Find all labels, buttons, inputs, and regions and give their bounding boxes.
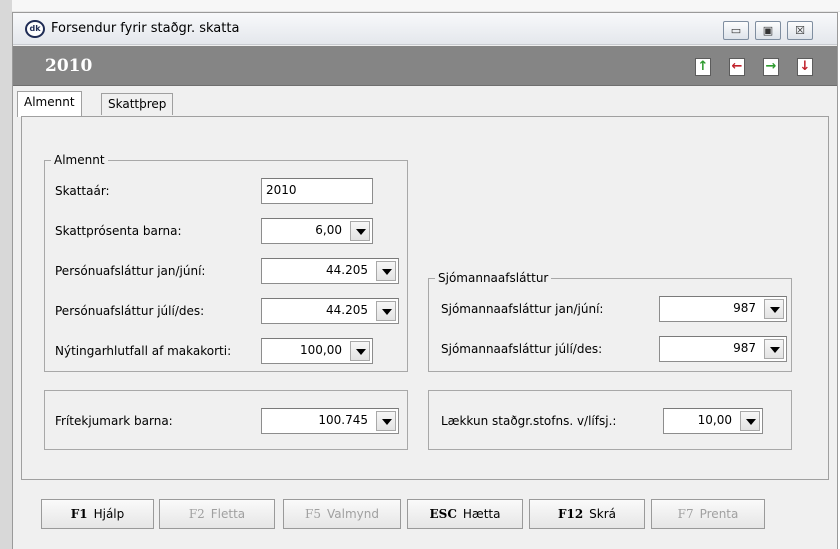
- help-label: Hjálp: [93, 507, 125, 521]
- close-icon: ☒: [795, 24, 805, 37]
- personuafslattur-jan-value: 44.205: [326, 263, 368, 277]
- year-heading: 2010: [45, 56, 93, 76]
- chevron-down-icon[interactable]: [350, 221, 370, 241]
- maximize-icon: ▣: [762, 24, 774, 37]
- key-f5: F5: [305, 507, 321, 521]
- nytingarhlutfall-value: 100,00: [300, 343, 342, 357]
- save-button[interactable]: F12 Skrá: [529, 499, 645, 529]
- sjomanna-jan-value: 987: [733, 301, 756, 315]
- chevron-down-icon[interactable]: [764, 339, 784, 359]
- laekkun-value: 10,00: [697, 413, 732, 427]
- cancel-button[interactable]: ESC Hætta: [407, 499, 523, 529]
- sjomanna-jan-select[interactable]: 987: [659, 296, 787, 322]
- export-up-icon[interactable]: ↑: [695, 58, 711, 76]
- menu-button[interactable]: F5 Valmynd: [283, 499, 401, 529]
- chevron-down-icon[interactable]: [350, 341, 370, 361]
- personuafslattur-jul-value: 44.205: [326, 303, 368, 317]
- label-skattprosenta-barna: Skattprósenta barna:: [55, 224, 182, 238]
- personuafslattur-jul-select[interactable]: 44.205: [261, 298, 399, 324]
- skattprosenta-barna-select[interactable]: 6,00: [261, 218, 373, 244]
- header-band: 2010 ↑ ← → ↓: [13, 46, 837, 86]
- key-f2: F2: [188, 507, 205, 521]
- chevron-down-icon[interactable]: [376, 301, 396, 321]
- personuafslattur-jan-select[interactable]: 44.205: [261, 258, 399, 284]
- import-down-icon[interactable]: ↓: [797, 58, 813, 76]
- group-title-almennt: Almennt: [51, 153, 108, 167]
- group-almennt: Almennt Skattaár: 2010 Skattprósenta bar…: [44, 153, 408, 372]
- label-sjomanna-jan: Sjómannaafsláttur jan/júní:: [441, 302, 604, 316]
- cancel-label: Hætta: [462, 507, 501, 521]
- tab-skattthrep[interactable]: Skattþrep: [101, 93, 174, 115]
- browse-label: Fletta: [210, 507, 246, 521]
- print-label: Prenta: [699, 507, 739, 521]
- function-key-bar: F1 Hjálp F2 Fletta F5 Valmynd ESC Hætta F12 S…: [13, 485, 837, 549]
- group-fritekjumark: Frítekjumark barna: 100.745: [44, 390, 408, 450]
- skattaar-value: 2010: [266, 183, 297, 197]
- laekkun-select[interactable]: 10,00: [663, 408, 763, 434]
- label-sjomanna-jul: Sjómannaafsláttur júlí/des:: [441, 342, 603, 356]
- window-title: Forsendur fyrir staðgr. skatta: [51, 21, 240, 36]
- fritekjumark-value: 100.745: [318, 413, 368, 427]
- nytingarhlutfall-select[interactable]: 100,00: [261, 338, 373, 364]
- import-left-icon[interactable]: ←: [729, 58, 745, 76]
- dialog-window: dk Forsendur fyrir staðgr. skatta ▭ ▣ ☒ …: [12, 12, 838, 549]
- background-window-strip: [0, 0, 12, 549]
- browse-button[interactable]: F2 Fletta: [159, 499, 275, 529]
- fritekjumark-select[interactable]: 100.745: [261, 408, 399, 434]
- label-personuafslattur-jan: Persónuafsláttur jan/júní:: [55, 264, 206, 278]
- group-sjomannaafslattur: Sjómannaafsláttur Sjómannaafsláttur jan/…: [428, 271, 792, 372]
- chevron-down-icon[interactable]: [376, 261, 396, 281]
- chevron-down-icon[interactable]: [764, 299, 784, 319]
- close-button[interactable]: ☒: [787, 21, 813, 40]
- minimize-icon: ▭: [730, 24, 742, 37]
- key-f12: F12: [557, 507, 584, 521]
- app-logo-icon: dk: [25, 20, 45, 38]
- group-laekkun: Lækkun staðgr.stofns. v/lífsj.: 10,00: [428, 390, 792, 450]
- chevron-down-icon[interactable]: [376, 411, 396, 431]
- tab-strip: Almennt Skattþrep: [13, 87, 837, 117]
- print-button[interactable]: F7 Prenta: [651, 499, 765, 529]
- tab-almennt[interactable]: Almennt: [17, 91, 82, 117]
- menu-label: Valmynd: [326, 507, 379, 521]
- group-title-sjomanna: Sjómannaafsláttur: [435, 271, 552, 285]
- key-esc: ESC: [429, 507, 457, 521]
- title-bar[interactable]: dk Forsendur fyrir staðgr. skatta ▭ ▣ ☒: [13, 13, 837, 45]
- label-laekkun: Lækkun staðgr.stofns. v/lífsj.:: [441, 414, 617, 428]
- label-skattaar: Skattaár:: [55, 184, 110, 198]
- label-personuafslattur-jul: Persónuafsláttur júlí/des:: [55, 304, 205, 318]
- maximize-button[interactable]: ▣: [755, 21, 781, 40]
- sjomanna-jul-value: 987: [733, 341, 756, 355]
- minimize-button[interactable]: ▭: [723, 21, 749, 40]
- background-window-edge: [0, 0, 840, 12]
- export-right-icon[interactable]: →: [763, 58, 779, 76]
- sjomanna-jul-select[interactable]: 987: [659, 336, 787, 362]
- label-nytingarhlutfall: Nýtingarhlutfall af makakorti:: [55, 344, 232, 358]
- key-f1: F1: [70, 507, 88, 521]
- save-label: Skrá: [589, 507, 617, 521]
- skattaar-input[interactable]: 2010: [261, 178, 373, 204]
- chevron-down-icon[interactable]: [740, 411, 760, 431]
- label-fritekjumark: Frítekjumark barna:: [55, 414, 173, 428]
- tab-panel: Almennt Skattaár: 2010 Skattprósenta bar…: [21, 116, 829, 480]
- key-f7: F7: [677, 507, 694, 521]
- help-button[interactable]: F1 Hjálp: [41, 499, 154, 529]
- skattprosenta-barna-value: 6,00: [315, 223, 342, 237]
